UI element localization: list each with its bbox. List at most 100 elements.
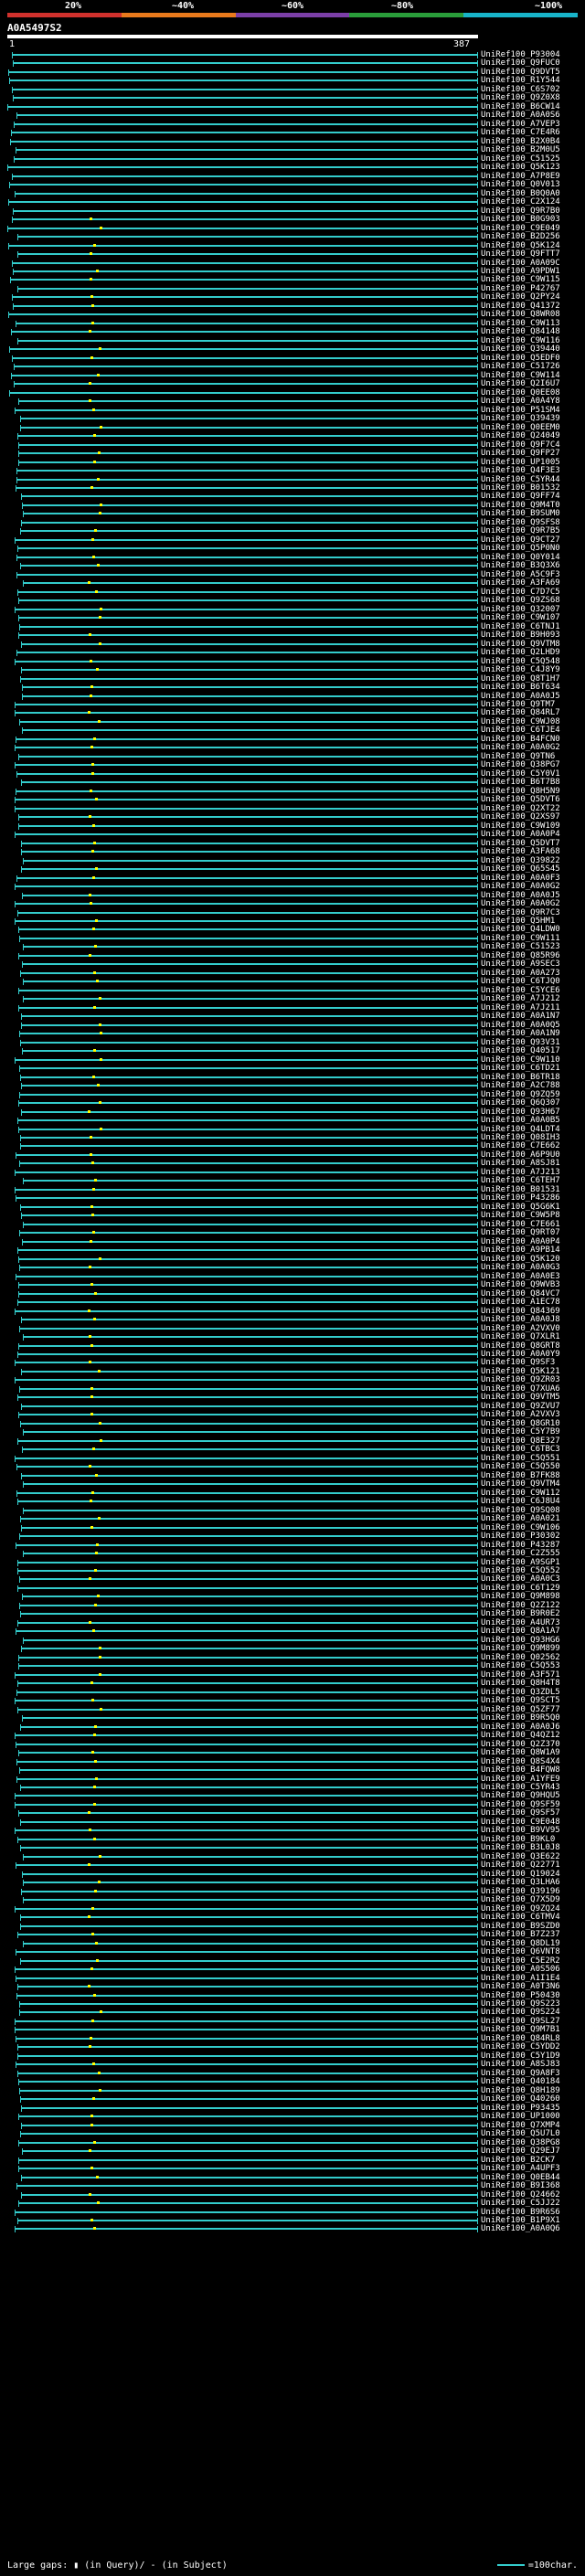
hit-end-tick bbox=[477, 1594, 478, 1601]
color-scale-segment bbox=[463, 13, 578, 17]
query-gap-marker bbox=[90, 278, 92, 281]
query-gap-marker bbox=[92, 1447, 95, 1451]
hit-alignment-line bbox=[14, 157, 477, 160]
hit-start-tick bbox=[15, 2018, 16, 2025]
hit-alignment-line bbox=[13, 304, 477, 307]
hit-end-tick bbox=[477, 1654, 478, 1661]
hit-end-tick bbox=[477, 996, 478, 1003]
hit-end-tick bbox=[477, 1342, 478, 1350]
hit-end-tick bbox=[477, 1178, 478, 1185]
hit-end-tick bbox=[477, 519, 478, 526]
query-gap-marker bbox=[90, 252, 92, 256]
hit-end-tick bbox=[477, 571, 478, 578]
hit-end-tick bbox=[477, 389, 478, 397]
hit-start-tick bbox=[23, 944, 24, 951]
hit-end-tick bbox=[477, 1940, 478, 1947]
hit-start-tick bbox=[14, 121, 15, 128]
hit-row[interactable]: UniRef100_A0A0Q6 bbox=[0, 2224, 585, 2234]
hit-end-tick bbox=[477, 1118, 478, 1125]
query-gap-marker bbox=[89, 1620, 91, 1624]
hit-alignment-line bbox=[15, 764, 477, 767]
query-gap-marker bbox=[93, 1993, 96, 1997]
hit-alignment-line bbox=[21, 851, 477, 853]
hit-end-tick bbox=[477, 173, 478, 180]
query-gap-marker bbox=[92, 2097, 95, 2101]
query-gap-marker bbox=[95, 589, 98, 593]
query-gap-marker bbox=[89, 2149, 91, 2153]
percent-labels: 20% ~40% ~60% ~80% ~100% bbox=[0, 0, 585, 13]
hit-alignment-line bbox=[16, 772, 477, 775]
hit-start-tick bbox=[18, 441, 19, 449]
query-gap-marker bbox=[89, 953, 91, 957]
hit-end-tick bbox=[477, 242, 478, 249]
hit-end-tick bbox=[477, 2148, 478, 2156]
hit-alignment-line bbox=[16, 1951, 477, 1954]
hit-alignment-line bbox=[17, 2046, 477, 2049]
hit-end-tick bbox=[477, 1776, 478, 1783]
hit-start-tick bbox=[20, 1723, 21, 1731]
hit-alignment-line bbox=[15, 885, 477, 888]
legend: Large gaps: ▮ (in Query)/ - (in Subject)… bbox=[7, 2560, 578, 2573]
hit-alignment-line bbox=[20, 1613, 477, 1616]
query-gap-marker bbox=[97, 564, 100, 567]
hit-start-tick bbox=[19, 2001, 20, 2008]
hit-start-tick bbox=[19, 1031, 20, 1038]
hit-end-tick bbox=[477, 1169, 478, 1176]
hit-alignment-line bbox=[21, 2106, 477, 2109]
hit-alignment-line bbox=[16, 2063, 477, 2066]
hit-end-tick bbox=[477, 269, 478, 275]
hit-start-tick bbox=[22, 2148, 23, 2156]
hit-end-tick bbox=[477, 1100, 478, 1108]
query-gap-marker bbox=[92, 823, 95, 827]
query-gap-marker bbox=[91, 321, 94, 324]
hit-alignment-line bbox=[9, 184, 477, 186]
query-gap-marker bbox=[98, 1369, 101, 1373]
query-gap-marker bbox=[89, 2192, 91, 2196]
percent-label-100: ~100% bbox=[534, 1, 563, 11]
hit-alignment-line bbox=[8, 201, 477, 204]
hit-alignment-line bbox=[20, 2133, 477, 2136]
hit-end-tick bbox=[477, 1203, 478, 1211]
hit-start-tick bbox=[20, 1039, 21, 1046]
hit-alignment-line bbox=[18, 1752, 477, 1754]
hit-alignment-line bbox=[16, 1977, 477, 1979]
hit-alignment-line bbox=[22, 1050, 477, 1053]
hit-start-tick bbox=[14, 155, 15, 163]
query-gap-marker bbox=[90, 486, 93, 489]
hit-alignment-line bbox=[18, 755, 477, 758]
hit-end-tick bbox=[477, 2226, 478, 2233]
hit-start-tick bbox=[23, 580, 24, 588]
hit-end-tick bbox=[477, 822, 478, 830]
hit-alignment-line bbox=[21, 495, 477, 498]
hit-end-tick bbox=[477, 944, 478, 951]
query-gap-marker bbox=[88, 581, 90, 585]
hit-alignment-line bbox=[15, 408, 477, 411]
hit-alignment-line bbox=[20, 1786, 477, 1788]
hit-alignment-line bbox=[23, 859, 477, 862]
hit-alignment-line bbox=[15, 747, 477, 749]
hit-start-tick bbox=[15, 2226, 16, 2233]
hit-alignment-line bbox=[22, 1872, 477, 1875]
hit-start-tick bbox=[21, 1472, 22, 1479]
query-gap-marker bbox=[94, 1569, 97, 1572]
query-gap-marker bbox=[88, 711, 90, 715]
hit-end-tick bbox=[477, 1741, 478, 1748]
hit-alignment-line bbox=[18, 954, 477, 957]
hit-end-tick bbox=[477, 433, 478, 440]
hit-end-tick bbox=[477, 1845, 478, 1852]
query-gap-marker bbox=[98, 2071, 101, 2074]
query-gap-marker bbox=[89, 399, 91, 403]
hit-end-tick bbox=[477, 112, 478, 120]
query-gap-marker bbox=[99, 1672, 101, 1676]
hit-start-tick bbox=[16, 875, 17, 882]
hit-start-tick bbox=[18, 1412, 19, 1419]
hit-alignment-line bbox=[19, 937, 477, 939]
hit-alignment-line bbox=[15, 1700, 477, 1702]
hit-alignment-line bbox=[12, 54, 477, 56]
hit-end-tick bbox=[477, 1126, 478, 1133]
hit-alignment-line bbox=[20, 1205, 477, 1208]
hit-start-tick bbox=[17, 1680, 18, 1688]
hit-alignment-line bbox=[16, 1743, 477, 1745]
query-gap-marker bbox=[92, 1231, 95, 1235]
hit-id-label[interactable]: UniRef100_A0A0Q6 bbox=[481, 2224, 560, 2234]
